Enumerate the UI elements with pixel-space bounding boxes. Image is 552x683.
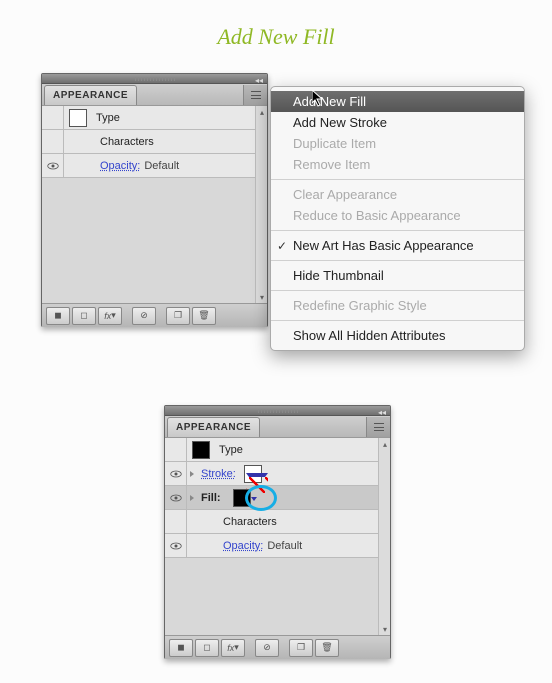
menu-item-add-new-fill[interactable]: Add New Fill [271, 91, 524, 112]
menu-item-reduce-basic: Reduce to Basic Appearance [271, 205, 524, 226]
fill-color-swatch[interactable] [233, 489, 251, 507]
appearance-row-characters[interactable]: Characters [42, 130, 267, 154]
appearance-panel-after: ◂◂ APPEARANCE Type Stroke: [164, 405, 391, 659]
appearance-row-opacity[interactable]: Opacity: Default [42, 154, 267, 178]
panel-scrollbar[interactable]: ▴ ▾ [378, 438, 390, 635]
opacity-link[interactable]: Opacity: [223, 540, 263, 552]
menu-item-redefine-style: Redefine Graphic Style [271, 295, 524, 316]
stroke-color-swatch[interactable] [244, 465, 262, 483]
appearance-row-characters[interactable]: Characters [165, 510, 390, 534]
eye-icon [170, 470, 182, 478]
visibility-eye-icon[interactable] [42, 154, 64, 177]
delete-item-button[interactable]: 🗑 [192, 307, 216, 325]
stroke-link[interactable]: Stroke: [201, 468, 236, 480]
panel-flyout-button[interactable] [366, 417, 390, 437]
collapse-arrows-icon[interactable]: ◂◂ [378, 408, 386, 417]
visibility-eye-icon[interactable] [165, 462, 187, 485]
menu-separator [271, 179, 524, 180]
disclosure-triangle-icon[interactable] [187, 462, 197, 485]
appearance-row-stroke[interactable]: Stroke: [165, 462, 390, 486]
panel-scrollbar[interactable]: ▴ ▾ [255, 106, 267, 303]
type-label: Type [96, 112, 120, 124]
new-fill-button[interactable]: ◼ [46, 307, 70, 325]
drag-grip-icon [135, 77, 175, 81]
page-title: Add New Fill [0, 0, 552, 50]
menu-item-add-new-stroke[interactable]: Add New Stroke [271, 112, 524, 133]
delete-item-button[interactable]: 🗑 [315, 639, 339, 657]
scroll-up-icon[interactable]: ▴ [381, 440, 389, 448]
panel-titlebar[interactable]: ◂◂ [42, 74, 267, 84]
panel-tabbar: APPEARANCE [42, 84, 267, 106]
menu-item-show-hidden-attrs[interactable]: Show All Hidden Attributes [271, 325, 524, 346]
appearance-panel-before: ◂◂ APPEARANCE Type Characters Opacity: D… [41, 73, 268, 327]
panel-flyout-button[interactable] [243, 85, 267, 105]
opacity-link[interactable]: Opacity: [100, 160, 140, 172]
clear-appearance-button[interactable]: ⊘ [255, 639, 279, 657]
menu-item-duplicate-item: Duplicate Item [271, 133, 524, 154]
new-stroke-button[interactable]: ◻ [72, 307, 96, 325]
menu-separator [271, 290, 524, 291]
blank-eye-cell [42, 106, 64, 129]
tab-appearance[interactable]: APPEARANCE [44, 85, 137, 105]
appearance-row-type[interactable]: Type [42, 106, 267, 130]
eye-icon [170, 494, 182, 502]
menu-separator [271, 260, 524, 261]
characters-label: Characters [100, 136, 154, 148]
panel-tabbar: APPEARANCE [165, 416, 390, 438]
flyout-menu-icon [374, 423, 384, 431]
menu-item-hide-thumbnail[interactable]: Hide Thumbnail [271, 265, 524, 286]
disclosure-triangle-icon[interactable] [187, 486, 197, 509]
panel-titlebar[interactable]: ◂◂ [165, 406, 390, 416]
blank-eye-cell [42, 130, 64, 153]
appearance-row-fill[interactable]: Fill: [165, 486, 390, 510]
panel-flyout-menu: Add New Fill Add New Stroke Duplicate It… [270, 86, 525, 351]
menu-separator [271, 320, 524, 321]
tab-appearance[interactable]: APPEARANCE [167, 417, 260, 437]
opacity-value: Default [267, 540, 302, 552]
panel-body: Type Stroke: Fill: Characters [165, 438, 390, 635]
flyout-menu-icon [251, 91, 261, 99]
eye-icon [170, 542, 182, 550]
panel-footer: ◼ ◻ fx▾ ⊘ ❐ 🗑 [165, 635, 390, 659]
fill-label: Fill: [201, 492, 221, 504]
fx-button[interactable]: fx▾ [221, 639, 245, 657]
visibility-eye-icon[interactable] [165, 486, 187, 509]
blank-eye-cell [165, 510, 187, 533]
visibility-eye-icon[interactable] [165, 534, 187, 557]
panel-body: Type Characters Opacity: Default ▴ ▾ [42, 106, 267, 303]
collapse-arrows-icon[interactable]: ◂◂ [255, 76, 263, 85]
appearance-row-type[interactable]: Type [165, 438, 390, 462]
fx-button[interactable]: fx▾ [98, 307, 122, 325]
type-thumbnail-swatch [192, 441, 210, 459]
drag-grip-icon [258, 409, 298, 413]
menu-item-remove-item: Remove Item [271, 154, 524, 175]
clear-appearance-button[interactable]: ⊘ [132, 307, 156, 325]
eye-icon [47, 162, 59, 170]
type-label: Type [219, 444, 243, 456]
appearance-row-opacity[interactable]: Opacity: Default [165, 534, 390, 558]
menu-item-new-art-basic[interactable]: New Art Has Basic Appearance [271, 235, 524, 256]
menu-separator [271, 230, 524, 231]
scroll-up-icon[interactable]: ▴ [258, 108, 266, 116]
new-fill-button[interactable]: ◼ [169, 639, 193, 657]
duplicate-item-button[interactable]: ❐ [289, 639, 313, 657]
menu-item-clear-appearance: Clear Appearance [271, 184, 524, 205]
panel-footer: ◼ ◻ fx▾ ⊘ ❐ 🗑 [42, 303, 267, 327]
opacity-value: Default [144, 160, 179, 172]
blank-eye-cell [165, 438, 187, 461]
scroll-down-icon[interactable]: ▾ [381, 625, 389, 633]
new-stroke-button[interactable]: ◻ [195, 639, 219, 657]
type-thumbnail-swatch [69, 109, 87, 127]
scroll-down-icon[interactable]: ▾ [258, 293, 266, 301]
duplicate-item-button[interactable]: ❐ [166, 307, 190, 325]
characters-label: Characters [223, 516, 277, 528]
